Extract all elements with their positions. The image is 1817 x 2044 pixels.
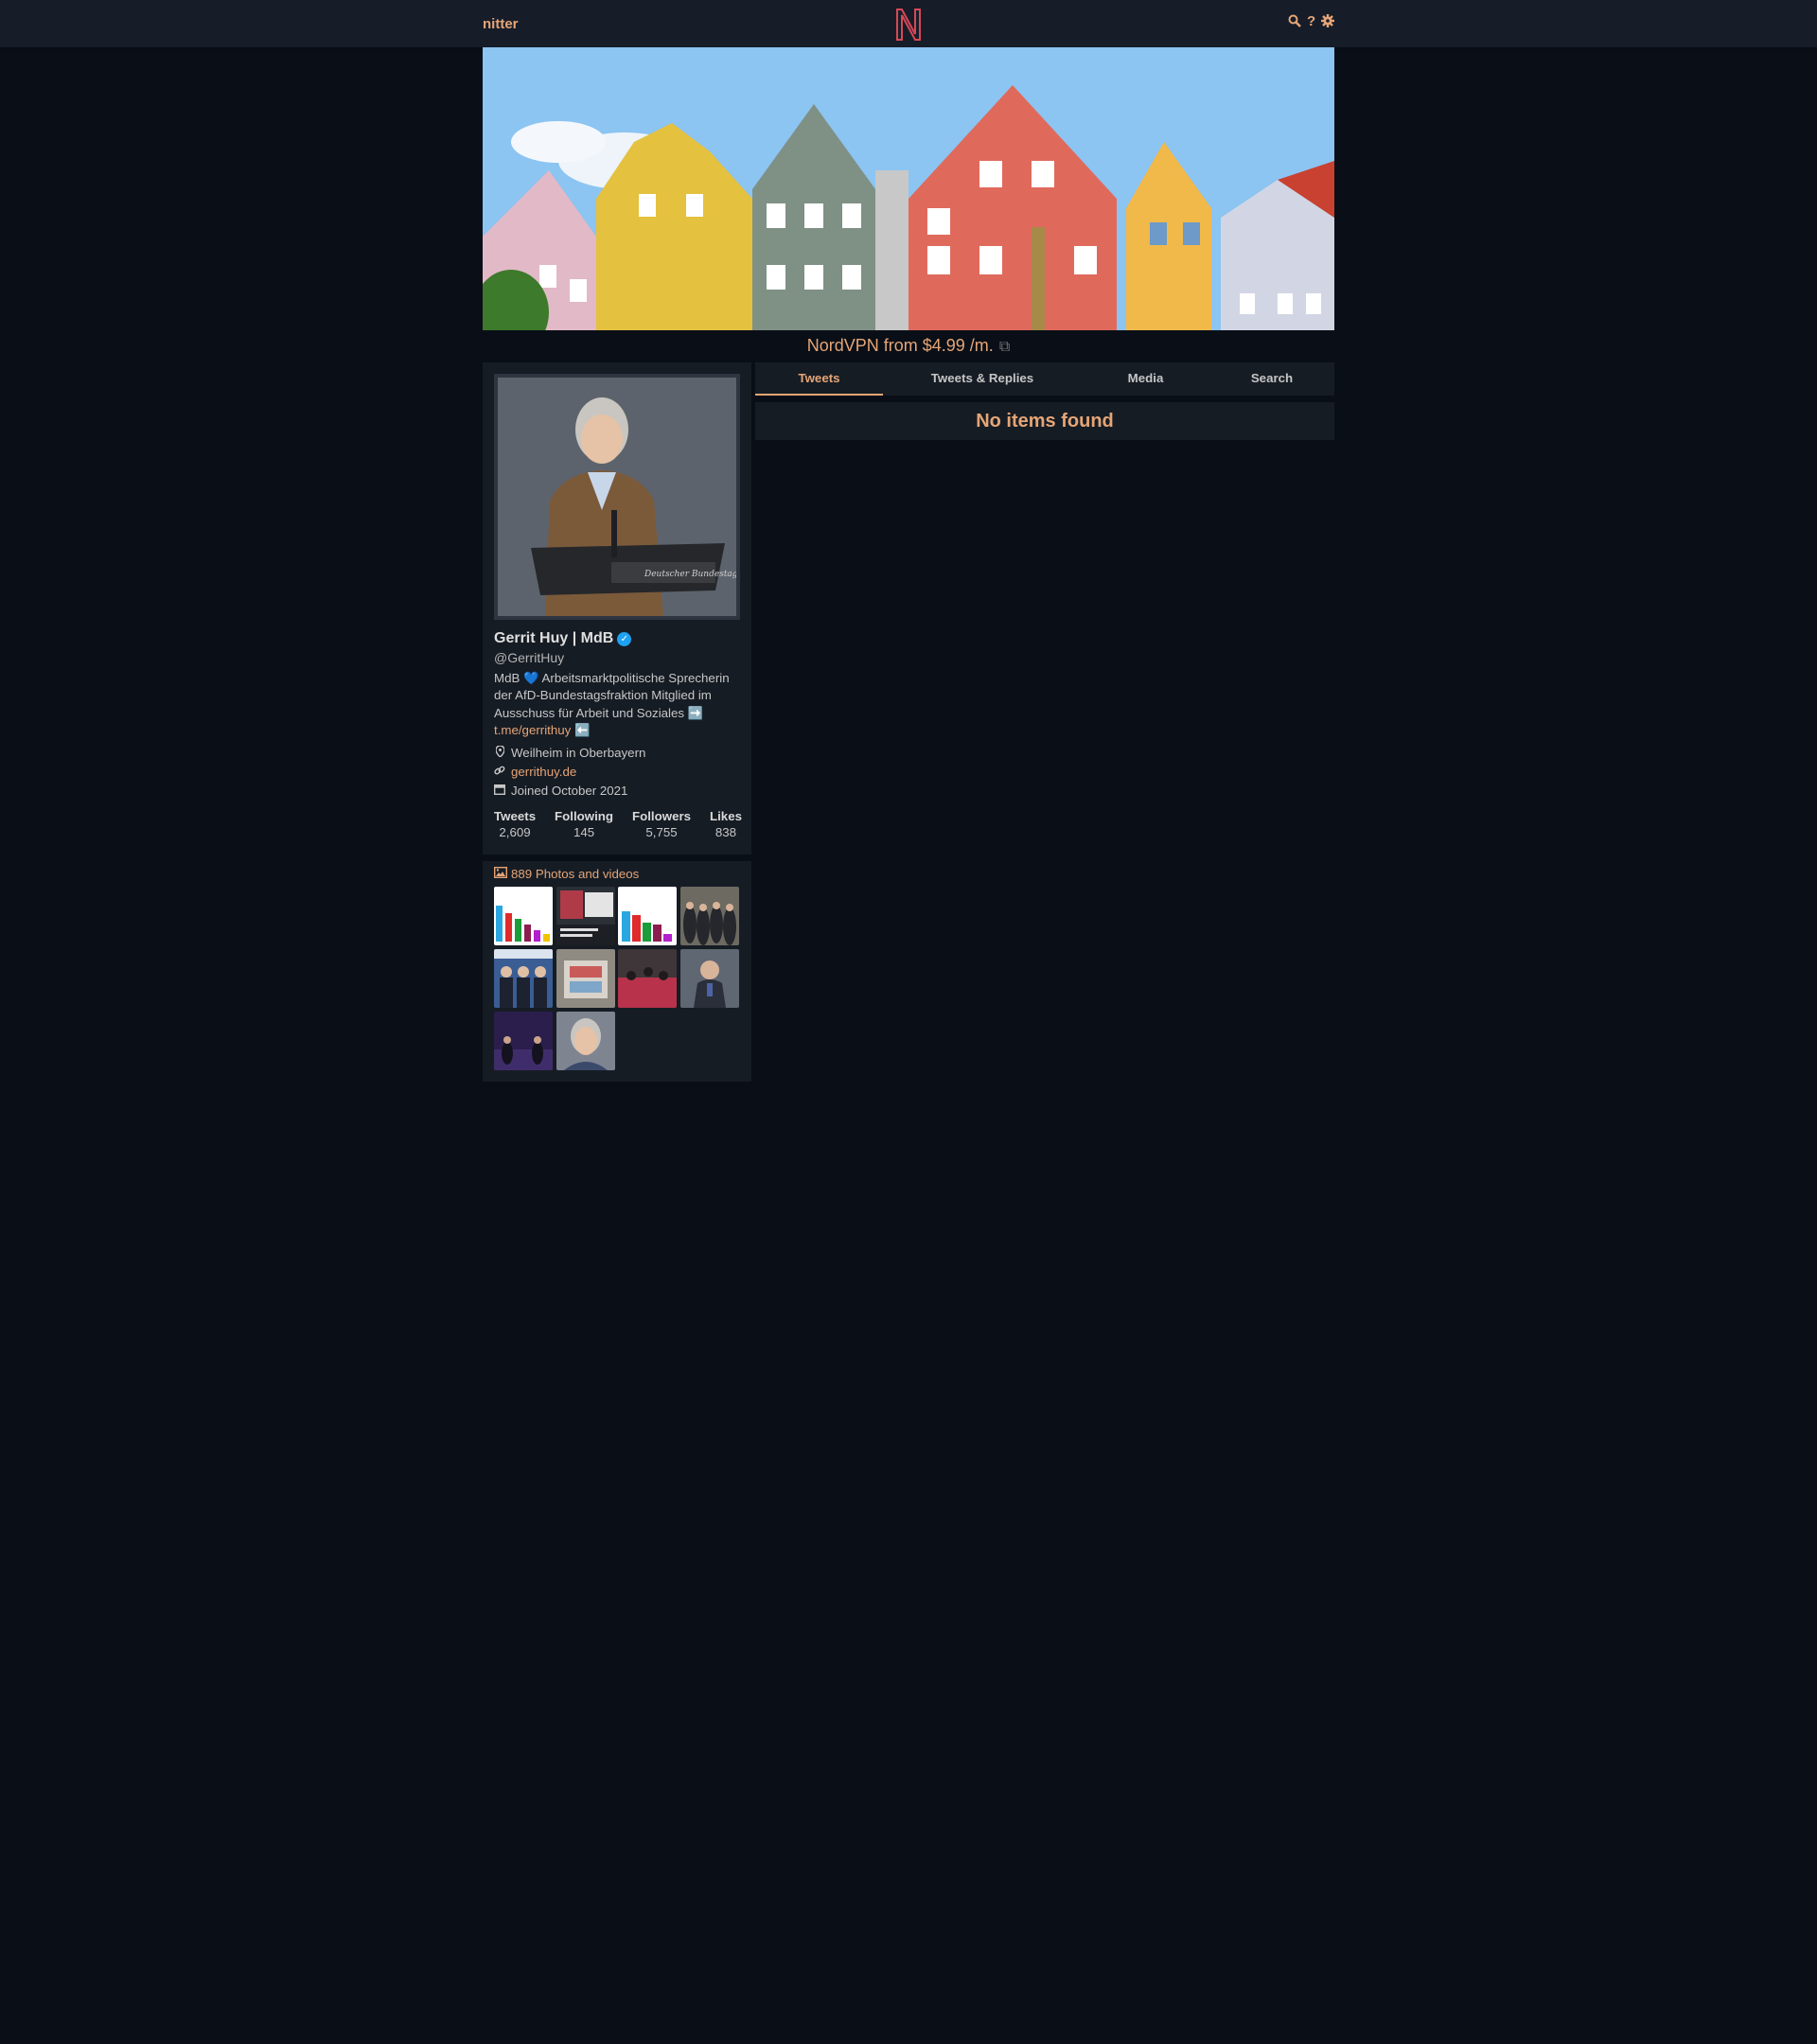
profile-location: Weilheim in Oberbayern	[494, 745, 646, 760]
bio-text: MdB 💙 Arbeitsmarktpolitische Sprecherin …	[494, 671, 730, 720]
photo-thumbnail[interactable]	[494, 887, 553, 945]
photo-thumbnail[interactable]	[556, 1012, 615, 1070]
tab-search[interactable]: Search	[1209, 362, 1334, 396]
profile-banner[interactable]	[483, 47, 1334, 330]
ad-text: NordVPN from $4.99 /m.	[806, 336, 994, 355]
profile-card: Deutscher Bundestag Gerrit Huy | MdB ✓ @…	[483, 362, 751, 855]
stat-likes: Likes 838	[710, 809, 742, 839]
photo-rail: 889 Photos and videos	[483, 861, 751, 1082]
photo-thumbnail[interactable]	[618, 887, 677, 945]
image-icon	[493, 866, 508, 881]
podium-text: Deutscher Bundestag	[644, 570, 736, 579]
site-logo-text[interactable]: nitter	[483, 16, 519, 32]
profile-bio: MdB 💙 Arbeitsmarktpolitische Sprecherin …	[494, 670, 742, 740]
photo-thumbnail[interactable]	[679, 949, 739, 1008]
bio-telegram-link[interactable]: t.me/gerrithuy	[494, 723, 571, 737]
photo-thumbnail[interactable]	[618, 949, 677, 1008]
stat-label: Tweets	[494, 809, 537, 823]
profile-avatar[interactable]: Deutscher Bundestag	[494, 374, 740, 620]
tab-tweets-and-replies[interactable]: Tweets & Replies	[883, 362, 1082, 396]
gear-icon[interactable]	[1321, 14, 1335, 29]
photo-thumbnail[interactable]	[556, 887, 615, 945]
stat-label: Following	[555, 809, 614, 823]
link-icon	[494, 765, 505, 779]
tab-media[interactable]: Media	[1082, 362, 1209, 396]
profile-fullname-text: Gerrit Huy | MdB	[494, 630, 614, 646]
calendar-icon	[493, 784, 506, 798]
profile-website: gerrithuy.de	[494, 765, 576, 779]
photo-rail-header[interactable]: 889 Photos and videos	[493, 866, 640, 881]
top-navbar: nitter ?	[0, 0, 1817, 47]
timeline-tabs: Tweets Tweets & Replies Media Search	[755, 362, 1334, 396]
joined-text: Joined October 2021	[511, 784, 628, 798]
photo-rail-count: 889 Photos and videos	[511, 867, 640, 881]
stat-label: Followers	[631, 809, 692, 823]
profile-joined: Joined October 2021	[493, 784, 628, 798]
help-icon[interactable]: ?	[1307, 14, 1315, 29]
photo-rail-grid	[494, 887, 739, 1070]
verified-badge-icon: ✓	[617, 631, 632, 646]
stat-followers: Followers 5,755	[632, 809, 691, 839]
stat-following: Following 145	[555, 809, 613, 839]
profile-stats: Tweets 2,609 Following 145 Followers 5,7…	[494, 809, 742, 839]
location-pin-icon	[494, 745, 505, 760]
search-icon[interactable]	[1288, 14, 1301, 29]
profile-username[interactable]: @GerritHuy	[494, 650, 564, 665]
bio-suffix: ⬅️	[574, 723, 591, 738]
stat-value: 838	[714, 825, 737, 839]
stat-value: 145	[573, 825, 595, 839]
profile-fullname[interactable]: Gerrit Huy | MdB ✓	[494, 630, 632, 647]
banner-image	[483, 47, 1334, 330]
external-link-icon: ⧉	[998, 339, 1011, 355]
stat-value: 2,609	[499, 825, 531, 839]
location-text: Weilheim in Oberbayern	[511, 746, 646, 760]
tab-tweets[interactable]: Tweets	[755, 362, 883, 396]
photo-thumbnail[interactable]	[556, 949, 615, 1008]
sponsored-ad-link[interactable]: NordVPN from $4.99 /m. ⧉	[0, 336, 1817, 356]
photo-thumbnail[interactable]	[494, 1012, 553, 1070]
stat-value: 5,755	[645, 825, 678, 839]
avatar-image: Deutscher Bundestag	[498, 378, 736, 616]
nitter-logo-icon[interactable]	[895, 8, 922, 42]
photo-thumbnail[interactable]	[679, 887, 739, 945]
stat-label: Likes	[709, 809, 742, 823]
photo-thumbnail[interactable]	[494, 949, 553, 1008]
timeline-empty-message: No items found	[755, 402, 1334, 440]
website-link[interactable]: gerrithuy.de	[511, 765, 576, 779]
stat-tweets: Tweets 2,609	[494, 809, 536, 839]
